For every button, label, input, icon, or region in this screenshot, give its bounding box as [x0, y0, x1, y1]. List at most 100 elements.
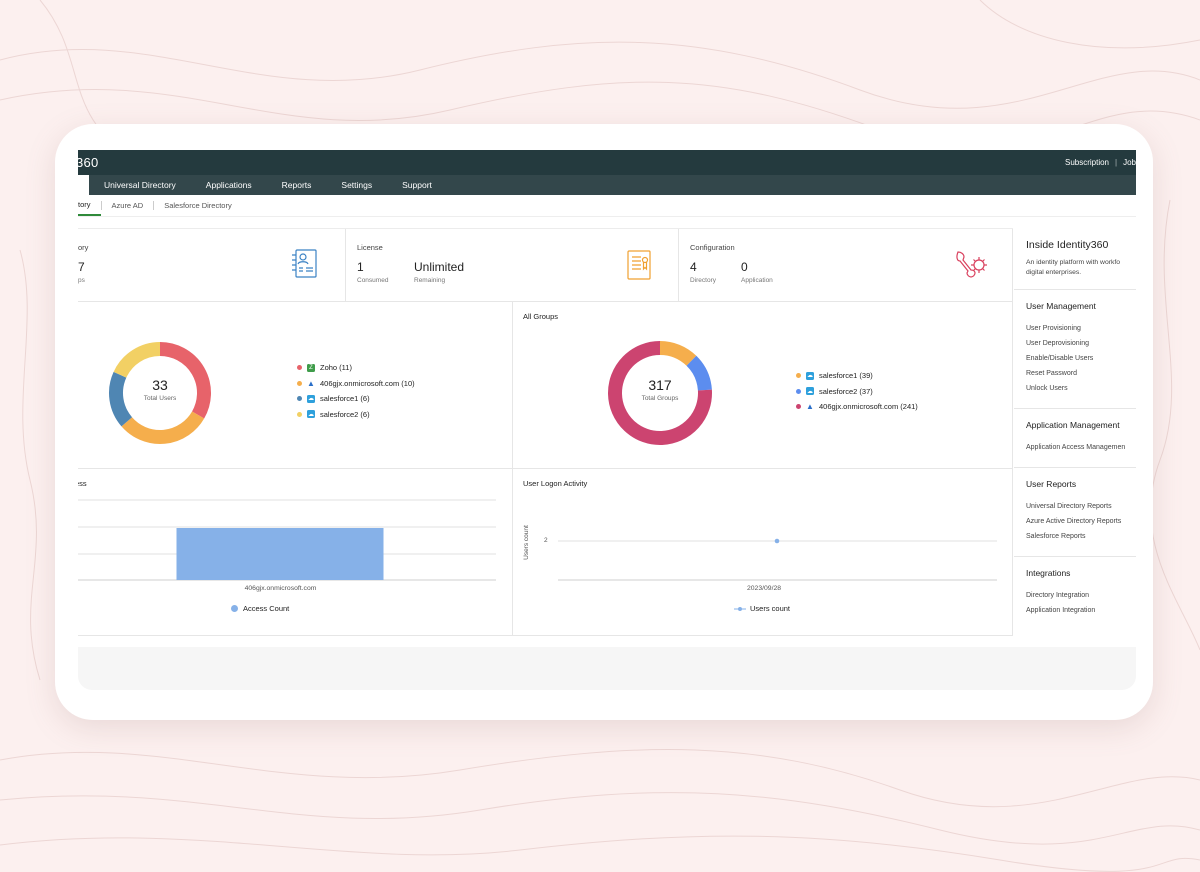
nav-applications[interactable]: Applications [191, 175, 267, 195]
nav-settings[interactable]: Settings [326, 175, 387, 195]
sidebar-section-user-reports: User Reports Universal Directory Reports… [1014, 467, 1136, 544]
stat-license[interactable]: License 1 Consumed Unlimited Remaining [346, 229, 679, 301]
config-directory-label: Directory [690, 277, 717, 284]
logon-legend-label: Users count [750, 604, 791, 613]
users-donut-center: 33 Total Users [130, 377, 190, 402]
link-application-integration[interactable]: Application Integration [1026, 603, 1136, 618]
link-reset-password[interactable]: Reset Password [1026, 366, 1136, 381]
salesforce-icon: ☁ [806, 371, 814, 380]
license-remaining-value: Unlimited [414, 260, 465, 274]
config-application-label: Application [741, 277, 773, 284]
link-user-deprovisioning[interactable]: User Deprovisioning [1026, 336, 1136, 351]
salesforce-icon: ☁ [806, 387, 814, 396]
legend-dot [231, 605, 238, 612]
sidebar-section-application-management: Application Management Application Acces… [1014, 408, 1136, 455]
legend-dot [297, 380, 302, 386]
legend-item-zoho[interactable]: Z Zoho (11) [297, 360, 415, 376]
legend-item-salesforce1[interactable]: ☁ salesforce1 (39) [796, 368, 918, 384]
bar-406gjx-onmicrosoft-com[interactable] [176, 528, 384, 580]
stat-configuration-label: Configuration [690, 243, 735, 252]
users-slice-salesforce1[interactable] [109, 371, 133, 427]
top-bar: 360 Subscription | Job [78, 150, 1136, 175]
config-application-value: 0 [741, 260, 748, 274]
footer-panel [78, 647, 1136, 690]
user-directory-icon [292, 249, 317, 278]
total-users-value: 33 [152, 377, 168, 393]
main-nav: Universal Directory Applications Reports… [78, 175, 1136, 195]
legend-item-salesforce1[interactable]: ☁ salesforce1 (6) [297, 391, 415, 407]
app-screen: 360 Subscription | Job Universal Directo… [78, 150, 1136, 690]
legend-dot [796, 404, 801, 410]
legend-label: salesforce2 (6) [320, 409, 370, 419]
nav-universal-directory[interactable]: Universal Directory [89, 175, 191, 195]
link-unlock-users[interactable]: Unlock Users [1026, 381, 1136, 396]
azure-icon: ▲ [307, 378, 315, 388]
legend-line-marker [734, 606, 746, 611]
top-links: Subscription | Job [1065, 158, 1136, 167]
legend-label: salesforce1 (39) [819, 371, 873, 381]
stat-configuration[interactable]: Configuration 4 Directory 0 Application [679, 229, 1013, 301]
stat-directory-sub: ps [78, 277, 85, 284]
charts-grid: 33 Total Users Z Zoho (11) ▲ 406gjx.onmi… [78, 302, 1013, 636]
nav-reports[interactable]: Reports [267, 175, 327, 195]
total-users-label: Total Users [143, 395, 177, 402]
sidebar-description: An identity platform with workfo digital… [1026, 258, 1136, 277]
legend-dot [297, 365, 302, 371]
app-logo: 360 [78, 155, 99, 170]
groups-slice-salesforce1[interactable] [659, 341, 697, 367]
salesforce-icon: ☁ [307, 394, 315, 403]
zoho-icon: Z [307, 363, 315, 372]
logon-point-2023-09-28[interactable] [774, 538, 780, 544]
link-salesforce-reports[interactable]: Salesforce Reports [1026, 529, 1136, 544]
section-title: Application Management [1026, 420, 1120, 430]
total-groups-label: Total Groups [641, 395, 679, 402]
logon-legend[interactable]: Users count [734, 604, 790, 613]
groups-chart-panel: All Groups 317 Total Groups ☁ salesforce… [513, 302, 1013, 469]
subscription-link[interactable]: Subscription [1065, 158, 1109, 167]
azure-icon: ▲ [806, 402, 814, 412]
users-legend: Z Zoho (11) ▲ 406gjx.onmicrosoft.com (10… [297, 360, 415, 422]
users-slice-salesforce2[interactable] [113, 342, 161, 378]
total-groups-value: 317 [648, 377, 672, 393]
legend-item-salesforce2[interactable]: ☁ salesforce2 (6) [297, 407, 415, 423]
tab-salesforce-directory[interactable]: Salesforce Directory [154, 195, 242, 217]
groups-slice-salesforce2[interactable] [686, 355, 712, 391]
users-slice-406gjx-onmicrosoft-com[interactable] [121, 411, 205, 444]
access-chart-panel: ess 406gjx.onmicrosoft.com Access Count [78, 469, 513, 636]
dashboard-main: ory 7 ps License 1 Consumed Unlimited Re… [78, 228, 1013, 636]
access-legend[interactable]: Access Count [231, 604, 289, 613]
logon-x-tick: 2023/09/28 [747, 585, 782, 592]
legend-item-azure[interactable]: ▲ 406gjx.onmicrosoft.com (10) [297, 376, 415, 392]
license-certificate-icon [627, 250, 651, 280]
nav-support[interactable]: Support [387, 175, 447, 195]
configuration-gear-icon [956, 251, 987, 278]
link-user-provisioning[interactable]: User Provisioning [1026, 321, 1136, 336]
logon-chart-panel: User Logon Activity Users count 2 2023/0… [513, 469, 1013, 636]
legend-label: 406gjx.onmicrosoft.com (10) [320, 378, 415, 388]
link-universal-directory-reports[interactable]: Universal Directory Reports [1026, 499, 1136, 514]
jobs-link[interactable]: Job [1123, 158, 1136, 167]
stat-directory-value: 7 [78, 260, 85, 274]
link-directory-integration[interactable]: Directory Integration [1026, 588, 1136, 603]
legend-item-salesforce2[interactable]: ☁ salesforce2 (37) [796, 384, 918, 400]
tab-azure-ad[interactable]: Azure AD [102, 195, 154, 217]
link-azure-ad-reports[interactable]: Azure Active Directory Reports [1026, 514, 1136, 529]
nav-active-tab[interactable] [78, 175, 89, 195]
license-consumed-value: 1 [357, 260, 364, 274]
stat-directory[interactable]: ory 7 ps [78, 229, 346, 301]
access-x-tick: 406gjx.onmicrosoft.com [244, 585, 317, 592]
link-application-access-management[interactable]: Application Access Managemen [1026, 440, 1136, 455]
license-consumed-label: Consumed [357, 277, 389, 284]
link-enable-disable-users[interactable]: Enable/Disable Users [1026, 351, 1136, 366]
legend-dot [796, 388, 801, 394]
stats-row: ory 7 ps License 1 Consumed Unlimited Re… [78, 228, 1013, 302]
access-bar-chart[interactable] [78, 469, 513, 636]
legend-label: Zoho (11) [320, 363, 352, 373]
users-chart-panel: 33 Total Users Z Zoho (11) ▲ 406gjx.onmi… [78, 302, 513, 469]
sidebar-title: Inside Identity360 [1026, 239, 1109, 251]
sidebar-section-integrations: Integrations Directory Integration Appli… [1014, 556, 1136, 618]
groups-donut-center: 317 Total Groups [630, 377, 690, 402]
legend-item-azure[interactable]: ▲ 406gjx.onmicrosoft.com (241) [796, 399, 918, 415]
groups-donut-chart[interactable] [513, 302, 1013, 469]
tab-directory[interactable]: tory [78, 195, 101, 216]
